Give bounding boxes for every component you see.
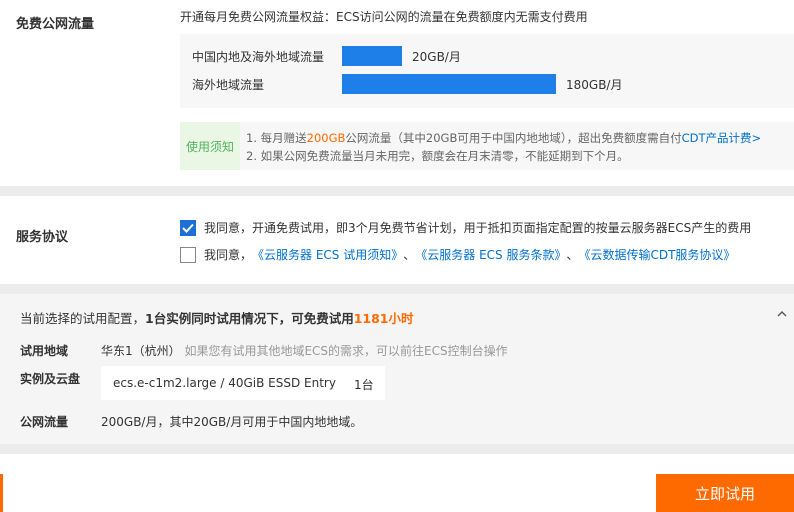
cdt-pricing-link[interactable]: CDT产品计费>: [682, 131, 762, 145]
notice-line-2: 2. 如果公网免费流量当月未用完，额度会在月末清零，不能延期到下个月。: [246, 149, 629, 163]
ecs-trial-notice-link[interactable]: 《云服务器 ECS 试用须知》: [252, 246, 403, 263]
link-separator: 、: [403, 248, 416, 262]
trial-hours: 1181小时: [353, 311, 414, 326]
region-hint: 如果您有试用其他地域ECS的需求，可以前往ECS控制台操作: [184, 344, 508, 358]
cdt-agreement-link[interactable]: 《云数据传输CDT服务协议》: [578, 246, 735, 263]
free-traffic-description: 开通每月免费公网流量权益：ECS访问公网的流量在免费额度内无需支付费用: [180, 10, 588, 24]
trial-agreement-checkbox[interactable]: [180, 219, 196, 236]
usage-notice: 使用须知 1. 每月赠送200GB公网流量（其中20GB可用于中国内地地域），超…: [180, 122, 794, 170]
quota-label: 中国内地及海外地域流量: [192, 49, 325, 64]
usage-notice-tag: 使用须知: [180, 122, 240, 170]
quota-bar-domestic: [342, 46, 402, 66]
quota-row-domestic: 中国内地及海外地域流量 20GB/月: [192, 46, 461, 66]
quota-bar-overseas: [342, 74, 556, 94]
link-separator: 、: [566, 248, 579, 262]
trial-summary-section: 当前选择的试用配置，1台实例同时试用情况下，可免费试用1181小时 试用地域 华…: [0, 294, 794, 444]
notice-text: 1. 每月赠送: [246, 131, 307, 145]
free-traffic-section: 免费公网流量 开通每月免费公网流量权益：ECS访问公网的流量在免费额度内无需支付…: [0, 0, 794, 186]
instance-spec: ecs.e-c1m2.large / 40GiB ESSD Entry: [113, 376, 336, 390]
agreement-row-trial: 我同意，开通免费试用，即3个月免费节省计划，用于抵扣页面指定配置的按量云服务器E…: [180, 219, 751, 236]
trial-summary-heading: 当前选择的试用配置，1台实例同时试用情况下，可免费试用1181小时: [20, 308, 414, 327]
quota-box: 中国内地及海外地域流量 20GB/月 海外地域流量 180GB/月: [180, 34, 794, 108]
summary-bold: 1台实例同时试用情况下，可免费试用: [145, 311, 354, 326]
region-value-row: 华东1（杭州） 如果您有试用其他地域ECS的需求，可以前往ECS控制台操作: [101, 342, 508, 359]
try-now-button[interactable]: 立即试用: [656, 474, 794, 512]
region-value: 华东1（杭州）: [101, 344, 181, 358]
check-icon: [182, 223, 194, 233]
region-label: 试用地域: [20, 344, 69, 358]
agreement-row-terms: 我同意， 《云服务器 ECS 试用须知》 、 《云服务器 ECS 服务条款》 、…: [180, 246, 735, 263]
notice-text: 公网流量（其中20GB可用于中国内地地域），超出免费额度需自付: [345, 131, 682, 145]
quota-row-overseas: 海外地域流量 180GB/月: [192, 74, 622, 94]
chevron-up-icon[interactable]: [776, 308, 788, 320]
service-agreement-title: 服务协议: [16, 230, 69, 245]
usage-notice-text: 1. 每月赠送200GB公网流量（其中20GB可用于中国内地地域），超出免费额度…: [246, 129, 761, 165]
free-traffic-title: 免费公网流量: [16, 17, 95, 32]
quota-label: 海外地域流量: [192, 77, 265, 92]
instance-count: 1台: [354, 378, 374, 392]
instance-box: ecs.e-c1m2.large / 40GiB ESSD Entry 1台: [101, 366, 385, 400]
free-amount-highlight: 200GB: [306, 131, 346, 145]
notice-line-1: 1. 每月赠送200GB公网流量（其中20GB可用于中国内地地域），超出免费额度…: [246, 129, 761, 147]
footer-bar: 立即试用: [0, 454, 794, 512]
terms-agreement-prefix: 我同意，: [204, 248, 253, 262]
service-agreement-section: 服务协议 我同意，开通免费试用，即3个月免费节省计划，用于抵扣页面指定配置的按量…: [0, 196, 794, 284]
ecs-terms-link[interactable]: 《云服务器 ECS 服务条款》: [415, 246, 566, 263]
traffic-value: 200GB/月，其中20GB/月可用于中国内地地域。: [101, 415, 363, 429]
instance-label: 实例及云盘: [20, 372, 81, 386]
quota-value: 180GB/月: [566, 77, 623, 92]
summary-prefix: 当前选择的试用配置，: [20, 311, 146, 326]
trial-agreement-text: 我同意，开通免费试用，即3个月免费节省计划，用于抵扣页面指定配置的按量云服务器E…: [204, 221, 752, 235]
terms-agreement-checkbox[interactable]: [180, 246, 196, 263]
quota-value: 20GB/月: [412, 49, 461, 64]
left-accent-mark: [0, 474, 3, 512]
traffic-label: 公网流量: [20, 415, 69, 429]
